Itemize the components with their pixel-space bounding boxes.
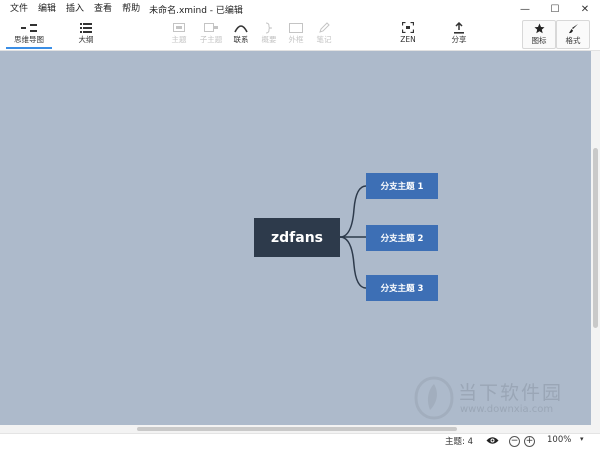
status-bar: 主题: 4 − + 100% ▾ xyxy=(0,433,600,449)
window-title: 未命名.xmind - 已编辑 xyxy=(149,5,243,16)
relationship-label: 联系 xyxy=(233,35,249,44)
mindmap-view-label: 思维导图 xyxy=(14,35,44,44)
menu-file[interactable]: 文件 xyxy=(0,0,33,18)
insert-subtopic-button[interactable]: 子主题 xyxy=(194,20,228,49)
vertical-scroll-thumb[interactable] xyxy=(593,148,598,328)
zen-mode-button[interactable]: ZEN xyxy=(391,20,425,49)
minimize-button[interactable]: — xyxy=(510,0,540,18)
boundary-icon xyxy=(289,20,303,35)
insert-topic-label: 主题 xyxy=(171,35,187,44)
zoom-dropdown-icon[interactable]: ▾ xyxy=(580,435,584,443)
format-panel-label: 格式 xyxy=(565,36,581,45)
eye-icon[interactable] xyxy=(486,436,499,448)
share-label: 分享 xyxy=(451,35,467,44)
outline-view-button[interactable]: 大纲 xyxy=(69,20,103,49)
zoom-out-button[interactable]: − xyxy=(509,436,520,447)
maximize-button[interactable]: ☐ xyxy=(540,0,570,18)
watermark-logo xyxy=(414,376,454,420)
close-button[interactable]: ✕ xyxy=(570,0,600,18)
branch-topic-2[interactable]: 分支主题 2 xyxy=(366,225,438,251)
summary-icon xyxy=(265,20,273,35)
watermark-text: 当下软件园 xyxy=(458,382,564,404)
zoom-level[interactable]: 100% xyxy=(547,435,571,445)
mindmap-icon xyxy=(21,20,37,35)
insert-topic-button[interactable]: 主题 xyxy=(162,20,196,49)
topic-icon xyxy=(173,20,185,35)
branch-topic-3[interactable]: 分支主题 3 xyxy=(366,275,438,301)
menu-edit[interactable]: 编辑 xyxy=(33,0,61,18)
branch-topic-1[interactable]: 分支主题 1 xyxy=(366,173,438,199)
vertical-scrollbar[interactable] xyxy=(591,51,600,425)
toolbar: 思维导图 大纲 主题 子主题 联系 概要 外框 笔记 ZEN 分享 图标 格式 xyxy=(0,18,600,51)
mindmap-view-button[interactable]: 思维导图 xyxy=(6,20,52,49)
outline-view-label: 大纲 xyxy=(78,35,94,44)
star-icon xyxy=(534,21,545,36)
zoom-in-button[interactable]: + xyxy=(524,436,535,447)
watermark: 当下软件园 www.downxia.com xyxy=(414,376,584,422)
share-button[interactable]: 分享 xyxy=(442,20,476,49)
fullscreen-icon xyxy=(402,20,414,35)
window-controls: — ☐ ✕ xyxy=(510,0,600,18)
watermark-url: www.downxia.com xyxy=(460,404,554,415)
mindmap-canvas[interactable]: zdfans 分支主题 1 分支主题 2 分支主题 3 xyxy=(0,51,591,425)
icons-panel-button[interactable]: 图标 xyxy=(522,20,556,49)
relationship-icon xyxy=(234,20,248,35)
menu-help[interactable]: 帮助 xyxy=(117,0,145,18)
note-label: 笔记 xyxy=(316,35,332,44)
note-icon xyxy=(318,20,330,35)
insert-subtopic-label: 子主题 xyxy=(199,35,223,44)
outline-icon xyxy=(80,20,92,35)
horizontal-scrollbar[interactable] xyxy=(0,425,600,433)
central-topic[interactable]: zdfans xyxy=(254,218,340,257)
share-icon xyxy=(454,20,464,35)
format-panel-button[interactable]: 格式 xyxy=(556,20,590,49)
horizontal-scroll-thumb[interactable] xyxy=(137,427,457,431)
summary-label: 概要 xyxy=(261,35,277,44)
brush-icon xyxy=(568,21,579,36)
note-button[interactable]: 笔记 xyxy=(307,20,341,49)
boundary-label: 外框 xyxy=(288,35,304,44)
menu-view[interactable]: 查看 xyxy=(89,0,117,18)
topic-count: 主题: 4 xyxy=(445,437,473,447)
menu-bar: 文件 编辑 插入 查看 帮助 未命名.xmind - 已编辑 — ☐ ✕ xyxy=(0,0,600,18)
zen-mode-label: ZEN xyxy=(400,35,416,44)
menu-insert[interactable]: 插入 xyxy=(61,0,89,18)
subtopic-icon xyxy=(204,20,218,35)
icons-panel-label: 图标 xyxy=(531,36,547,45)
